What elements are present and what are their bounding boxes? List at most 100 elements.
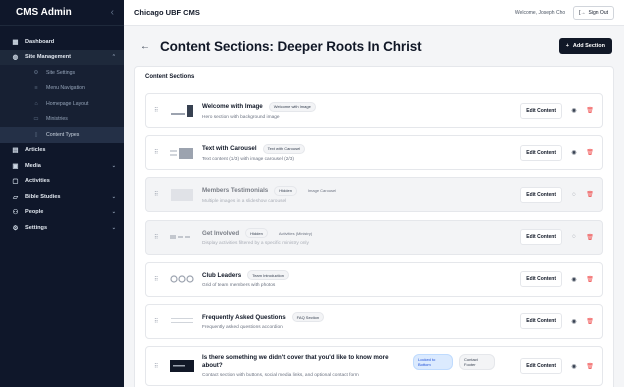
type-badge: Welcome with Image (268, 101, 316, 112)
section-description: Grid of team members with photos (202, 283, 276, 289)
eye-icon[interactable]: ◉ (570, 107, 578, 114)
menu-icon: ≡ (34, 85, 38, 92)
section-thumbnail (170, 230, 194, 244)
trash-icon[interactable]: 🗑 (586, 276, 594, 283)
section-info: Get Involved Hidden Activities (Ministry… (202, 228, 520, 246)
section-title-line: Welcome with Image Welcome with Image (202, 101, 520, 112)
eye-icon[interactable]: ◉ (570, 318, 578, 325)
section-row: ⠿ Text with Carousel Text with Carousel … (145, 135, 603, 171)
section-thumbnail (170, 272, 194, 286)
add-section-button[interactable]: + Add Section (558, 38, 612, 54)
sidebar-subitem-menu-navigation[interactable]: ≡ Menu Navigation (0, 80, 124, 96)
sidebar-item-activities[interactable]: ▢ Activities (0, 174, 124, 190)
sidebar-item-label: People (25, 209, 44, 216)
sidebar-item-articles[interactable]: ▤ Articles (0, 143, 124, 159)
arrow-left-icon[interactable]: ← (140, 41, 150, 52)
trash-icon[interactable]: 🗑 (586, 318, 594, 325)
section-thumbnail (170, 314, 194, 328)
section-row: ⠿ Frequently Asked Questions FAQ Section… (145, 303, 603, 339)
sidebar: CMS Admin ‹ ▦ Dashboard ◍ Site Managemen… (0, 0, 124, 387)
section-description: Multiple images in a slideshow carousel (202, 198, 287, 204)
eye-icon[interactable]: ◉ (570, 363, 578, 370)
eye-icon[interactable]: ◉ (570, 149, 578, 156)
section-title-line: Is there something we didn't cover that … (202, 354, 520, 371)
edit-content-button[interactable]: Edit Content (520, 144, 562, 161)
edit-content-button[interactable]: Edit Content (520, 313, 562, 330)
trash-icon[interactable]: 🗑 (586, 107, 594, 114)
file-icon: ▯ (34, 131, 38, 138)
sidebar-subitem-label: Menu Navigation (46, 85, 85, 92)
drag-handle-icon[interactable]: ⠿ (154, 107, 164, 114)
section-thumbnail (170, 103, 194, 118)
section-description: Contact section with buttons, social med… (202, 373, 359, 379)
section-info: Welcome with Image Welcome with Image He… (202, 101, 520, 120)
app-title: Chicago UBF CMS (134, 8, 200, 17)
drag-handle-icon[interactable]: ⠿ (154, 276, 164, 283)
section-info: Frequently Asked Questions FAQ Section F… (202, 312, 520, 330)
trash-icon[interactable]: 🗑 (586, 363, 594, 370)
page-header-left: ← Content Sections: Deeper Roots In Chri… (140, 39, 422, 54)
sidebar-item-media[interactable]: ▣ Media ⌄ (0, 158, 124, 174)
eye-icon[interactable]: ◉ (570, 276, 578, 283)
section-title: Is there something we didn't cover that … (202, 353, 389, 370)
trash-icon[interactable]: 🗑 (586, 191, 594, 198)
drag-handle-icon[interactable]: ⠿ (154, 234, 164, 241)
drag-handle-icon[interactable]: ⠿ (154, 191, 164, 198)
section-title: Welcome with Image (202, 103, 263, 110)
users-icon: ⚇ (12, 209, 19, 217)
section-title: Get Involved (202, 229, 240, 237)
section-actions: Edit Content ◉ 🗑 (520, 102, 594, 119)
sidebar-subitem-site-settings[interactable]: ⚙ Site Settings (0, 65, 124, 81)
sidebar-item-site-management[interactable]: ◍ Site Management ⌃ (0, 49, 124, 65)
grid-icon: ▦ (12, 38, 19, 46)
chevron-left-icon[interactable]: ‹ (111, 7, 114, 18)
sidebar-item-dashboard[interactable]: ▦ Dashboard (0, 34, 124, 50)
calendar-icon: ▢ (12, 178, 19, 186)
section-title: Club Leaders (202, 271, 242, 279)
section-row: ⠿ Members Testimonials Hidden Image Caro… (145, 177, 603, 213)
sidebar-subitem-content-types[interactable]: ▯ Content Types (0, 127, 124, 143)
trash-icon[interactable]: 🗑 (586, 149, 594, 156)
type-badge: Contact Footer (459, 354, 495, 370)
section-thumbnail (170, 359, 194, 373)
plus-icon: + (565, 43, 569, 49)
edit-content-button[interactable]: Edit Content (520, 271, 562, 288)
sidebar-subitem-homepage-layout[interactable]: ⌂ Homepage Layout (0, 96, 124, 112)
edit-content-button[interactable]: Edit Content (520, 186, 562, 203)
book-icon: ▱ (13, 193, 18, 201)
eye-off-icon[interactable]: ◌ (570, 192, 578, 198)
eye-off-icon[interactable]: ◌ (570, 234, 578, 240)
section-description: Display activities filtered by a specifi… (202, 241, 309, 247)
edit-content-button[interactable]: Edit Content (520, 358, 562, 375)
section-title: Members Testimonials (202, 187, 269, 195)
trash-icon[interactable]: 🗑 (586, 234, 594, 241)
sidebar-item-label: Settings (25, 224, 48, 231)
section-title: Text with Carousel (202, 145, 257, 153)
drag-handle-icon[interactable]: ⠿ (154, 149, 164, 156)
type-badge: Activities (Ministry) (278, 230, 313, 236)
edit-content-button[interactable]: Edit Content (520, 102, 562, 119)
sidebar-item-label: Site Management (25, 54, 72, 61)
edit-content-button[interactable]: Edit Content (520, 229, 562, 246)
sidebar-header: CMS Admin ‹ (0, 0, 124, 26)
sidebar-subitem-label: Homepage Layout (46, 100, 89, 107)
sidebar-item-bible-studies[interactable]: ▱ Bible Studies ⌄ (0, 189, 124, 205)
section-row: ⠿ Get Involved Hidden Activities (Minist… (145, 219, 603, 255)
hidden-badge: Hidden (245, 228, 268, 239)
section-info: Text with Carousel Text with Carousel Te… (202, 143, 520, 162)
section-actions: Edit Content ◌ 🗑 (520, 229, 594, 246)
sign-out-button[interactable]: [→ Sign Out (573, 5, 614, 20)
sidebar-item-people[interactable]: ⚇ People ⌄ (0, 205, 124, 221)
sidebar-subitem-ministries[interactable]: ▭ Ministries (0, 111, 124, 127)
section-row: ⠿ Is there something we didn't cover tha… (145, 346, 603, 387)
sidebar-item-settings[interactable]: ⚙ Settings ⌄ (0, 220, 124, 236)
page-title: Content Sections: Deeper Roots In Christ (160, 38, 422, 54)
section-actions: Edit Content ◉ 🗑 (520, 313, 594, 330)
drag-handle-icon[interactable]: ⠿ (154, 363, 164, 370)
section-title-line: Club Leaders Team Introduction (202, 270, 520, 281)
card-title: Content Sections (145, 74, 195, 80)
drag-handle-icon[interactable]: ⠿ (154, 318, 164, 325)
add-section-label: Add Section (572, 43, 605, 49)
sidebar-item-label: Media (25, 162, 41, 169)
sidebar-nav: ▦ Dashboard ◍ Site Management ⌃ ⚙ Site S… (0, 26, 124, 236)
